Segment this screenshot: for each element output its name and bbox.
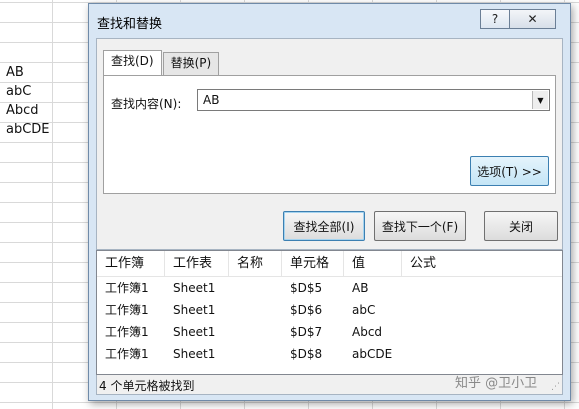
- find-all-button[interactable]: 查找全部(I): [283, 211, 365, 241]
- result-workbook: 工作簿1: [105, 303, 149, 317]
- result-cell: $D$7: [290, 325, 323, 339]
- tab-find[interactable]: 查找(D): [103, 50, 162, 75]
- result-row[interactable]: 工作簿1 Sheet1 $D$8 abCDE: [97, 343, 562, 365]
- result-row[interactable]: 工作簿1 Sheet1 $D$5 AB: [97, 277, 562, 299]
- result-formula: [402, 343, 562, 365]
- column-header-value[interactable]: 值: [344, 251, 402, 276]
- watermark: 知乎 @卫小卫: [455, 376, 538, 391]
- result-value: abC: [352, 303, 376, 317]
- sheet-cell[interactable]: AB: [6, 63, 50, 82]
- dialog-title: 查找和替换: [97, 17, 163, 32]
- window-close-button[interactable]: ✕: [510, 9, 556, 29]
- help-button[interactable]: ?: [480, 9, 510, 29]
- result-workbook: 工作簿1: [105, 347, 149, 361]
- sheet-cell[interactable]: abC: [6, 82, 50, 101]
- find-what-label: 查找内容(N):: [111, 97, 182, 111]
- result-sheet: Sheet1: [173, 303, 216, 317]
- result-cell: $D$5: [290, 281, 323, 295]
- result-sheet: Sheet1: [173, 347, 216, 361]
- column-header-sheet[interactable]: 工作表: [165, 251, 229, 276]
- column-header-cell[interactable]: 单元格: [282, 251, 344, 276]
- result-row[interactable]: 工作簿1 Sheet1 $D$7 Abcd: [97, 321, 562, 343]
- find-what-combobox[interactable]: AB ▼: [197, 89, 550, 111]
- help-icon: ?: [491, 12, 499, 26]
- sheet-cell[interactable]: Abcd: [6, 101, 50, 120]
- tab-replace[interactable]: 替换(P): [162, 52, 220, 75]
- dialog-body: 查找(D) 替换(P) 查找内容(N): AB ▼ 选项(T) >> 查找全部(…: [96, 38, 563, 250]
- result-formula: [402, 299, 562, 321]
- result-cell: $D$6: [290, 303, 323, 317]
- close-icon: ✕: [527, 12, 538, 26]
- resize-grip-icon[interactable]: ⋰: [551, 382, 560, 392]
- dialog-titlebar[interactable]: 查找和替换 ? ✕: [89, 4, 570, 38]
- find-next-button[interactable]: 查找下一个(F): [374, 211, 466, 241]
- result-row[interactable]: 工作簿1 Sheet1 $D$6 abC: [97, 299, 562, 321]
- result-value: abCDE: [352, 347, 393, 361]
- cell-column: AB abC Abcd abCDE: [6, 63, 50, 139]
- result-sheet: Sheet1: [173, 325, 216, 339]
- status-text: 4 个单元格被找到: [99, 379, 195, 393]
- options-button[interactable]: 选项(T) >>: [470, 156, 549, 186]
- results-list[interactable]: 工作簿 工作表 名称 单元格 值 公式 工作簿1 Sheet1 $D$5 AB …: [96, 250, 563, 375]
- find-what-input[interactable]: AB: [203, 93, 219, 107]
- result-name: [229, 343, 282, 365]
- result-cell: $D$8: [290, 347, 323, 361]
- result-formula: [402, 321, 562, 343]
- results-header: 工作簿 工作表 名称 单元格 值 公式: [97, 251, 562, 277]
- title-buttons: ? ✕: [480, 9, 556, 29]
- result-name: [229, 299, 282, 321]
- close-button[interactable]: 关闭: [484, 211, 558, 241]
- result-workbook: 工作簿1: [105, 281, 149, 295]
- result-formula: [402, 277, 562, 299]
- column-header-formula[interactable]: 公式: [402, 251, 562, 276]
- tab-strip: 查找(D) 替换(P): [103, 50, 220, 75]
- result-name: [229, 277, 282, 299]
- column-header-name[interactable]: 名称: [229, 251, 282, 276]
- result-sheet: Sheet1: [173, 281, 216, 295]
- result-value: AB: [352, 281, 369, 295]
- result-workbook: 工作簿1: [105, 325, 149, 339]
- result-name: [229, 321, 282, 343]
- column-header-workbook[interactable]: 工作簿: [97, 251, 165, 276]
- sheet-cell[interactable]: abCDE: [6, 120, 50, 139]
- dropdown-arrow-icon[interactable]: ▼: [532, 91, 548, 109]
- find-replace-dialog: 查找和替换 ? ✕ 查找(D) 替换(P) 查找内容(N): AB ▼ 选项(T…: [88, 3, 571, 401]
- result-value: Abcd: [352, 325, 383, 339]
